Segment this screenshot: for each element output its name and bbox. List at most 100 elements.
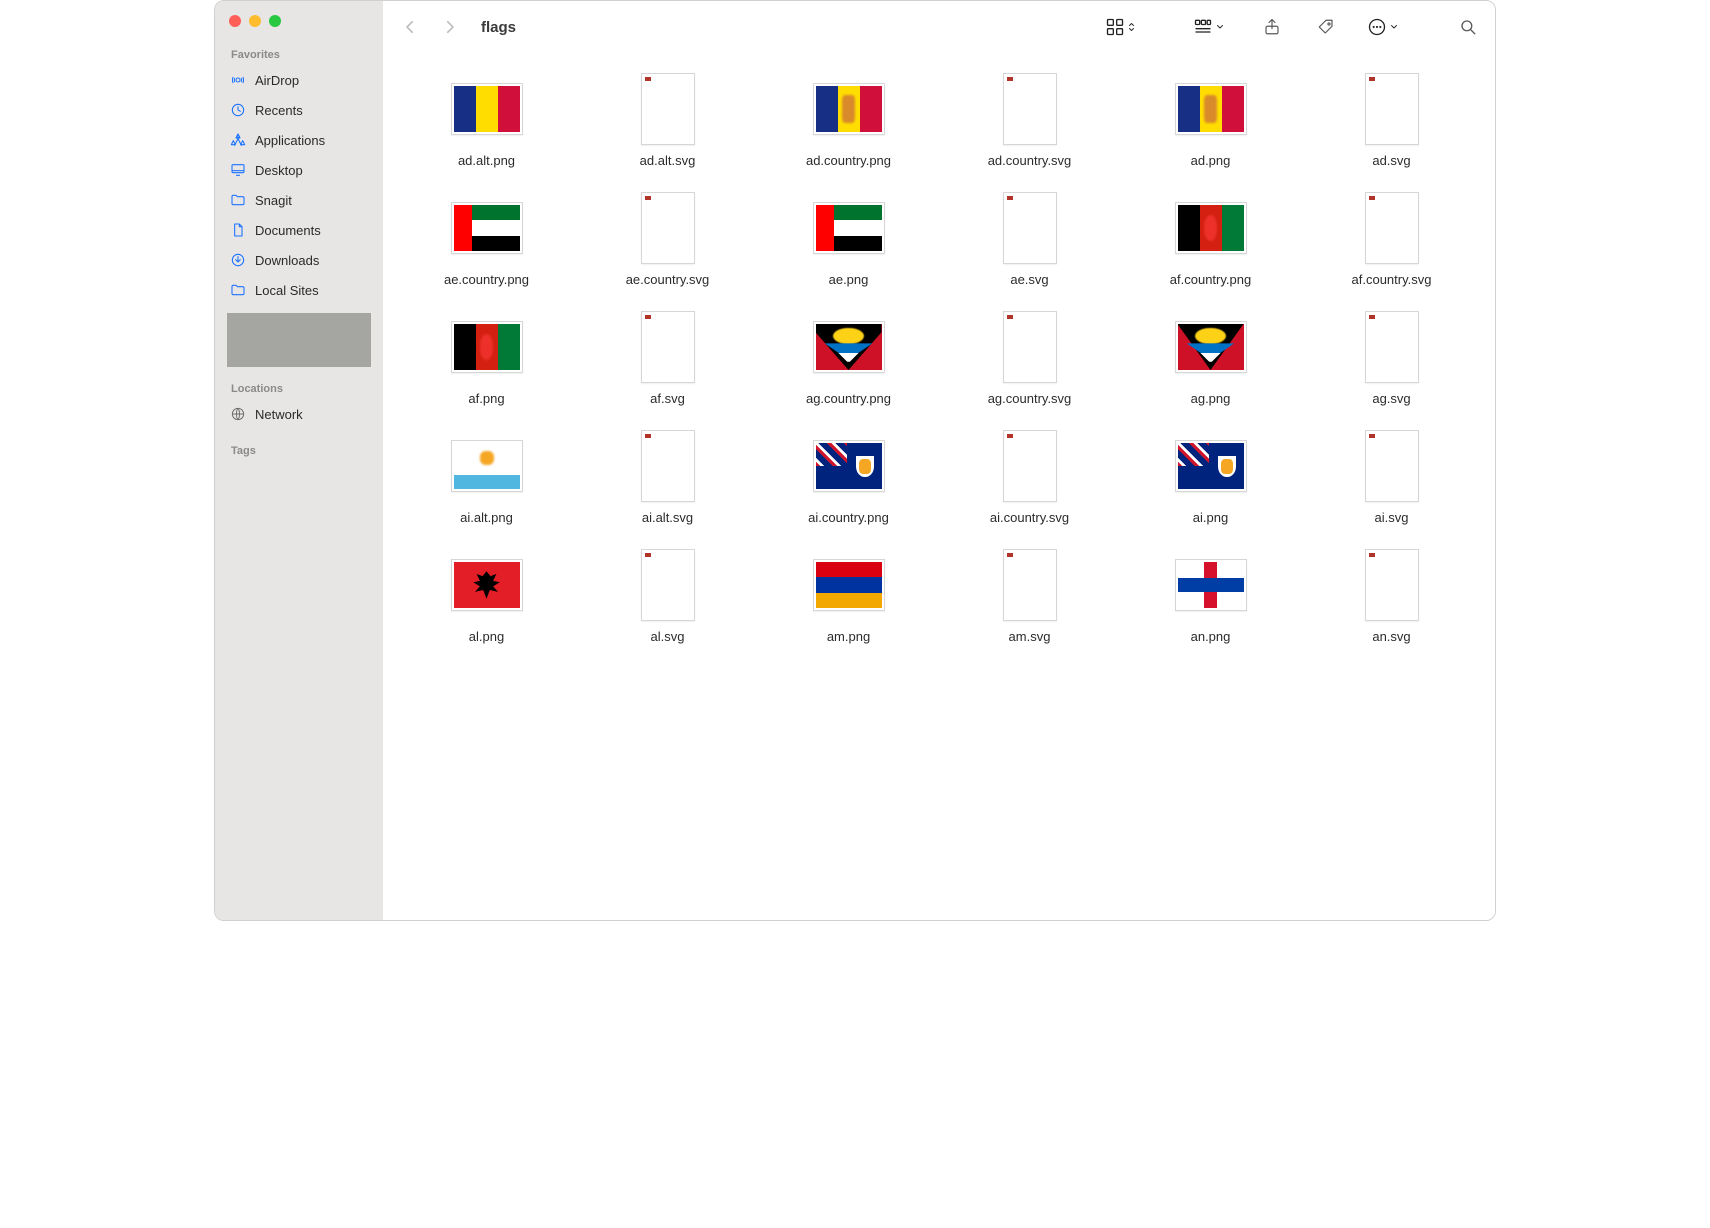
folder-title: flags xyxy=(481,19,516,36)
ellipsis-circle-icon xyxy=(1367,17,1387,37)
file-item[interactable]: am.png xyxy=(763,549,934,644)
sidebar-item-airdrop[interactable]: AirDrop xyxy=(215,65,383,95)
file-item[interactable]: al.svg xyxy=(582,549,753,644)
file-item[interactable]: ai.alt.png xyxy=(401,430,572,525)
chevron-left-icon xyxy=(401,18,419,36)
view-mode-control[interactable] xyxy=(1105,17,1139,37)
file-name-label: an.svg xyxy=(1372,629,1410,644)
tags-button[interactable] xyxy=(1313,14,1339,40)
file-item[interactable]: ai.svg xyxy=(1306,430,1477,525)
group-icon xyxy=(1193,17,1213,37)
sidebar-item-label: Network xyxy=(255,407,303,422)
file-item[interactable]: am.svg xyxy=(944,549,1115,644)
sidebar-item-label: Documents xyxy=(255,223,321,238)
file-item[interactable]: ag.country.png xyxy=(763,311,934,406)
file-item[interactable]: an.png xyxy=(1125,549,1296,644)
file-thumbnail xyxy=(451,192,523,264)
sidebar-item-downloads[interactable]: Downloads xyxy=(215,245,383,275)
file-item[interactable]: af.country.png xyxy=(1125,192,1296,287)
file-item[interactable]: al.png xyxy=(401,549,572,644)
back-button[interactable] xyxy=(397,14,423,40)
file-item[interactable]: ai.png xyxy=(1125,430,1296,525)
close-window-button[interactable] xyxy=(229,15,241,27)
file-item[interactable]: ad.alt.svg xyxy=(582,73,753,168)
file-item[interactable]: af.country.svg xyxy=(1306,192,1477,287)
file-thumbnail xyxy=(813,549,885,621)
file-thumbnail xyxy=(1356,192,1428,264)
sidebar-item-network[interactable]: Network xyxy=(215,399,383,429)
sidebar-item-label: Recents xyxy=(255,103,303,118)
file-thumbnail xyxy=(813,311,885,383)
file-name-label: am.svg xyxy=(1009,629,1051,644)
file-thumbnail xyxy=(813,192,885,264)
group-by-control[interactable] xyxy=(1193,17,1227,37)
file-item[interactable]: ad.country.png xyxy=(763,73,934,168)
file-thumbnail xyxy=(1356,430,1428,502)
share-icon xyxy=(1263,18,1281,36)
file-item[interactable]: ag.country.svg xyxy=(944,311,1115,406)
finder-window: Favorites AirDrop Recents Applications D… xyxy=(214,0,1496,921)
file-item[interactable]: ai.country.png xyxy=(763,430,934,525)
file-item[interactable]: ai.country.svg xyxy=(944,430,1115,525)
file-item[interactable]: ad.svg xyxy=(1306,73,1477,168)
file-name-label: af.png xyxy=(468,391,504,406)
zoom-window-button[interactable] xyxy=(269,15,281,27)
sidebar-item-applications[interactable]: Applications xyxy=(215,125,383,155)
file-thumbnail xyxy=(632,430,704,502)
file-name-label: ad.svg xyxy=(1372,153,1410,168)
sidebar-item-desktop[interactable]: Desktop xyxy=(215,155,383,185)
sidebar-item-label: Desktop xyxy=(255,163,303,178)
file-name-label: ai.alt.svg xyxy=(642,510,693,525)
file-item[interactable]: ad.country.svg xyxy=(944,73,1115,168)
file-thumbnail xyxy=(994,549,1066,621)
file-item[interactable]: ag.svg xyxy=(1306,311,1477,406)
file-name-label: ad.country.png xyxy=(806,153,891,168)
chevron-right-icon xyxy=(441,18,459,36)
file-name-label: ag.country.png xyxy=(806,391,891,406)
file-name-label: ad.png xyxy=(1191,153,1231,168)
file-thumbnail xyxy=(451,549,523,621)
file-thumbnail xyxy=(1175,430,1247,502)
file-name-label: ai.country.svg xyxy=(990,510,1069,525)
file-thumbnail xyxy=(1356,549,1428,621)
file-name-label: al.png xyxy=(469,629,504,644)
apps-icon xyxy=(229,131,247,149)
file-icon-grid[interactable]: ad.alt.pngad.alt.svg ad.country.png ad.cou… xyxy=(383,53,1495,920)
file-item[interactable]: an.svg xyxy=(1306,549,1477,644)
file-item[interactable]: ae.country.svg xyxy=(582,192,753,287)
folder-icon xyxy=(229,281,247,299)
forward-button[interactable] xyxy=(437,14,463,40)
desktop-icon xyxy=(229,161,247,179)
file-name-label: ai.country.png xyxy=(808,510,889,525)
file-name-label: ai.png xyxy=(1193,510,1228,525)
document-icon xyxy=(229,221,247,239)
sidebar-section-locations: Locations xyxy=(215,377,383,399)
search-button[interactable] xyxy=(1455,14,1481,40)
file-item[interactable]: ag.png xyxy=(1125,311,1296,406)
file-name-label: ai.svg xyxy=(1375,510,1409,525)
download-icon xyxy=(229,251,247,269)
file-thumbnail xyxy=(632,73,704,145)
sidebar-item-documents[interactable]: Documents xyxy=(215,215,383,245)
file-item[interactable]: ad.png xyxy=(1125,73,1296,168)
sidebar-item-recents[interactable]: Recents xyxy=(215,95,383,125)
file-item[interactable]: ad.alt.png xyxy=(401,73,572,168)
sidebar-section-tags: Tags xyxy=(215,439,383,461)
file-item[interactable]: ae.png xyxy=(763,192,934,287)
action-menu-button[interactable] xyxy=(1367,17,1401,37)
file-thumbnail xyxy=(994,311,1066,383)
globe-icon xyxy=(229,405,247,423)
file-item[interactable]: ae.svg xyxy=(944,192,1115,287)
sidebar-item-snagit[interactable]: Snagit xyxy=(215,185,383,215)
sidebar-item-label: AirDrop xyxy=(255,73,299,88)
file-thumbnail xyxy=(451,311,523,383)
file-item[interactable]: ai.alt.svg xyxy=(582,430,753,525)
file-name-label: an.png xyxy=(1191,629,1231,644)
file-name-label: ae.png xyxy=(829,272,869,287)
file-item[interactable]: ae.country.png xyxy=(401,192,572,287)
file-item[interactable]: af.svg xyxy=(582,311,753,406)
sidebar-item-local-sites[interactable]: Local Sites xyxy=(215,275,383,305)
share-button[interactable] xyxy=(1259,14,1285,40)
minimize-window-button[interactable] xyxy=(249,15,261,27)
file-item[interactable]: af.png xyxy=(401,311,572,406)
